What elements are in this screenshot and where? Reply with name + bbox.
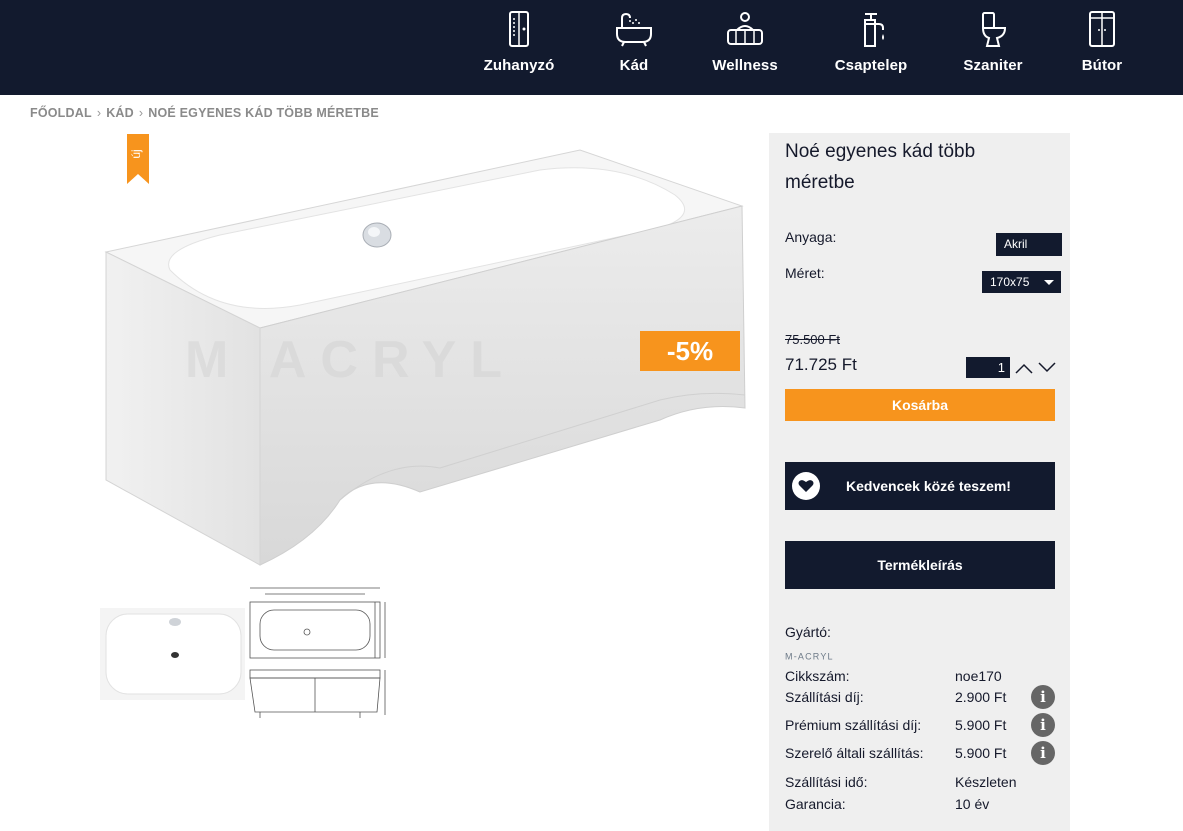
nav-label: Szaniter [963,57,1023,74]
favorites-label: Kedvencek közé teszem! [846,478,1011,494]
material-label: Anyaga: [785,229,837,245]
detail-key: Garancia: [785,796,846,812]
chevron-right-icon: › [96,106,102,120]
product-description-button[interactable]: Termékleírás [785,541,1055,589]
detail-value: noe170 [955,668,1002,684]
chevron-down-icon[interactable] [1038,362,1056,374]
nav-item-csaptelep[interactable]: Csaptelep [816,8,926,88]
heart-icon [792,472,820,500]
material-value: Akril [996,233,1062,256]
info-icon[interactable]: i [1031,685,1055,709]
shower-cabin-icon [509,11,529,47]
detail-key: Prémium szállítási díj: [785,717,922,733]
info-icon[interactable]: i [1031,713,1055,737]
thumbnail-top-view[interactable] [100,608,245,700]
old-price: 75.500 Ft [785,332,840,347]
faucet-icon [864,13,884,47]
dropdown-caret-icon [1044,280,1054,285]
manufacturer-label: Gyártó: [785,624,831,640]
detail-row-premium-shipping: Prémium szállítási díj: 5.900 Ft i [785,713,1055,737]
nav-item-butor[interactable]: Bútor [1047,8,1157,88]
detail-row-shipping-fee: Szállítási díj: 2.900 Ft i [785,685,1055,709]
detail-row-delivery-time: Szállítási idő: Készleten [785,774,1055,794]
hot-tub-icon [727,12,763,45]
thumbnail-technical-drawing[interactable] [245,580,393,725]
detail-row-sku: Cikkszám: noe170 [785,668,1055,688]
detail-row-warranty: Garancia: 10 év [785,796,1055,816]
new-ribbon-text: új [129,149,143,158]
nav-item-wellness[interactable]: Wellness [690,8,800,88]
toilet-icon [981,12,1007,47]
nav-item-kad[interactable]: Kád [579,8,689,88]
chevron-up-icon[interactable] [1015,362,1033,374]
detail-value: 10 év [955,796,990,812]
breadcrumb-current: NOÉ EGYENES KÁD TÖBB MÉRETBE [148,106,379,120]
nav-item-zuhanyzo[interactable]: Zuhanyzó [464,8,574,88]
detail-key: Szerelő általi szállítás: [785,745,924,761]
detail-row-installer-delivery: Szerelő általi szállítás: 5.900 Ft i [785,741,1055,765]
nav-label: Wellness [712,57,778,74]
current-price: 71.725 Ft [785,355,857,374]
breadcrumb: FŐOLDAL › KÁD › NOÉ EGYENES KÁD TÖBB MÉRETBE [30,106,379,120]
top-navigation-bar: Zuhanyzó Kád Wellness Csaptelep Szaniter… [0,0,1183,95]
size-label: Méret: [785,265,825,281]
add-to-cart-button[interactable]: Kosárba [785,389,1055,421]
nav-label: Zuhanyzó [483,57,555,74]
new-ribbon-badge: új [127,134,149,184]
detail-value: Készleten [955,774,1017,790]
brand-watermark: M ACRYL [185,331,517,389]
breadcrumb-home[interactable]: FŐOLDAL [30,106,92,120]
cabinet-icon [1089,11,1115,47]
nav-label: Kád [619,57,649,74]
nav-label: Csaptelep [834,57,908,74]
manufacturer-logo[interactable]: M-ACRYL [785,651,863,662]
discount-badge: -5% [640,331,740,371]
breadcrumb-category[interactable]: KÁD [106,106,134,120]
detail-key: Cikkszám: [785,668,850,684]
nav-label: Bútor [1081,57,1123,74]
svg-text:M-ACRYL: M-ACRYL [785,652,834,662]
info-icon[interactable]: i [1031,741,1055,765]
product-title: Noé egyenes kád több méretbe [785,141,976,193]
detail-value: 2.900 Ft [955,689,1007,705]
bathtub-icon [616,12,652,47]
detail-value: 5.900 Ft [955,745,1007,761]
quantity-input[interactable] [966,357,1010,378]
add-to-favorites-button[interactable]: Kedvencek közé teszem! [785,462,1055,510]
nav-item-szaniter[interactable]: Szaniter [938,8,1048,88]
detail-key: Szállítási idő: [785,774,868,790]
chevron-right-icon: › [138,106,144,120]
size-selected-value: 170x75 [990,275,1030,289]
size-select[interactable]: 170x75 [982,271,1061,293]
detail-key: Szállítási díj: [785,689,864,705]
detail-value: 5.900 Ft [955,717,1007,733]
